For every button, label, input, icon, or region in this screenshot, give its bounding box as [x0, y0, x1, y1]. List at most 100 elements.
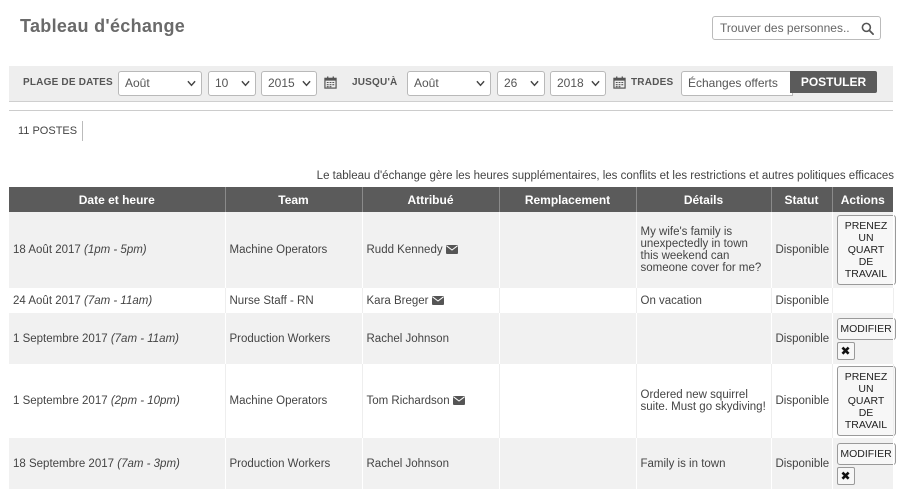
column-header-date[interactable]: Date et heure [9, 187, 226, 212]
shift-date: 24 Août 2017 [13, 294, 81, 307]
cell-date: 24 Août 2017 (7am - 11am) [9, 288, 226, 313]
cell-replacement [499, 438, 637, 489]
assigned-name: Kara Breger [366, 294, 429, 307]
until-label: JUSQU'À [352, 77, 398, 88]
postuler-button[interactable]: POSTULER [790, 71, 877, 93]
shift-table: Date et heure Team Attribué Remplacement… [9, 187, 896, 489]
shift-time: (7am - 11am) [110, 332, 179, 345]
cell-status: Disponible [771, 364, 833, 438]
cell-actions [832, 288, 894, 313]
column-header-replacement[interactable]: Remplacement [499, 187, 637, 212]
date-range-label: PLAGE DE DATES [23, 77, 113, 88]
cell-status: Disponible [771, 438, 833, 489]
cell-details: On vacation [636, 288, 772, 313]
shift-date: 1 Septembre 2017 [13, 332, 108, 345]
column-header-assigned[interactable]: Attribué [362, 187, 500, 212]
cell-details: Family is in town [636, 438, 772, 489]
envelope-icon[interactable] [445, 245, 458, 254]
shift-date: 18 Septembre 2017 [13, 457, 115, 470]
to-month-value: Août [414, 76, 439, 90]
postes-count: 11 POSTES [18, 125, 78, 137]
column-header-team[interactable]: Team [225, 187, 363, 212]
search-icon[interactable] [861, 22, 874, 35]
board-description: Le tableau d'échange gère les heures sup… [316, 170, 894, 182]
chevron-down-icon [241, 80, 250, 87]
table-row: 18 Août 2017 (1pm - 5pm) Machine Operato… [9, 212, 896, 288]
column-header-details[interactable]: Détails [636, 187, 772, 212]
cell-details: Ordered new squirrel suite. Must go skyd… [636, 364, 772, 438]
to-day-value: 26 [504, 76, 518, 90]
calendar-icon[interactable] [613, 76, 626, 89]
envelope-icon[interactable] [431, 295, 444, 305]
from-month-select[interactable]: Août [118, 71, 202, 96]
from-month-value: Août [125, 76, 150, 90]
cell-date: 1 Septembre 2017 (7am - 11am) [9, 313, 226, 364]
from-year-value: 2015 [268, 76, 295, 90]
cell-details [636, 313, 772, 364]
shift-time: (1pm - 5pm) [84, 244, 147, 256]
cell-replacement [499, 364, 637, 438]
cell-date: 18 Août 2017 (1pm - 5pm) [9, 212, 226, 288]
cell-actions: MODIFIER ✖ [832, 438, 896, 489]
table-row: 18 Septembre 2017 (7am - 3pm) Production… [9, 438, 896, 489]
cell-date: 1 Septembre 2017 (2pm - 10pm) [9, 364, 226, 438]
take-shift-button[interactable]: PRENEZ UN QUART DE TRAVAIL [836, 215, 896, 285]
to-day-select[interactable]: 26 [497, 71, 545, 96]
table-header-row: Date et heure Team Attribué Remplacement… [9, 187, 893, 212]
edit-button[interactable]: MODIFIER [836, 442, 896, 465]
to-year-value: 2018 [557, 76, 584, 90]
column-header-actions: Actions [832, 187, 893, 212]
assigned-name: Rachel Johnson [366, 457, 449, 470]
from-day-select[interactable]: 10 [208, 71, 256, 96]
chevron-down-icon [591, 80, 600, 87]
take-shift-button[interactable]: PRENEZ UN QUART DE TRAVAIL [836, 366, 896, 436]
chevron-down-icon [302, 80, 311, 87]
column-header-status[interactable]: Statut [771, 187, 833, 212]
trades-label: TRADES [631, 77, 674, 88]
table-row: 1 Septembre 2017 (2pm - 10pm) Machine Op… [9, 364, 896, 438]
close-icon[interactable]: ✖ [836, 466, 855, 485]
table-row: 1 Septembre 2017 (7am - 11am) Production… [9, 313, 896, 364]
chevron-down-icon [530, 80, 539, 87]
cell-status: Disponible [771, 288, 833, 313]
cell-team: Production Workers [225, 313, 363, 364]
to-year-select[interactable]: 2018 [550, 71, 606, 96]
cell-status: Disponible [771, 313, 833, 364]
cell-team: Nurse Staff - RN [225, 288, 363, 313]
assigned-name: Rudd Kennedy [366, 244, 443, 256]
search-input[interactable] [718, 18, 858, 38]
close-icon[interactable]: ✖ [836, 341, 855, 360]
cell-details: My wife's family is unexpectedly in town… [636, 212, 772, 288]
page-title: Tableau d'échange [20, 16, 186, 36]
filter-bar: PLAGE DE DATES Août 10 2015 JUSQU'À Août… [9, 66, 893, 102]
from-day-value: 10 [215, 76, 229, 90]
chevron-down-icon [187, 80, 196, 87]
chevron-down-icon [476, 80, 485, 87]
cell-actions: PRENEZ UN QUART DE TRAVAIL [832, 364, 896, 438]
cell-assigned: Rachel Johnson [362, 313, 500, 364]
from-year-select[interactable]: 2015 [261, 71, 317, 96]
search-box[interactable] [712, 16, 881, 40]
shift-time: (2pm - 10pm) [110, 395, 180, 407]
cell-team: Production Workers [225, 438, 363, 489]
cell-team: Machine Operators [225, 212, 363, 288]
cell-replacement [499, 212, 637, 288]
envelope-icon[interactable] [452, 396, 465, 405]
cell-date: 18 Septembre 2017 (7am - 3pm) [9, 438, 226, 489]
cell-assigned: Rachel Johnson [362, 438, 500, 489]
shift-time: (7am - 3pm) [117, 457, 180, 470]
shift-time: (7am - 11am) [84, 294, 153, 307]
cell-assigned: Kara Breger [362, 288, 500, 313]
to-month-select[interactable]: Août [407, 71, 491, 96]
divider [9, 110, 893, 111]
calendar-icon[interactable] [324, 76, 337, 89]
trades-input[interactable]: Échanges offerts [681, 71, 793, 96]
cell-assigned: Tom Richardson [362, 364, 500, 438]
cell-actions: MODIFIER ✖ [832, 313, 896, 364]
shift-date: 18 Août 2017 [13, 244, 81, 256]
shift-date: 1 Septembre 2017 [13, 395, 108, 407]
cell-replacement [499, 313, 637, 364]
table-row: 24 Août 2017 (7am - 11am) Nurse Staff - … [9, 288, 894, 313]
cell-replacement [499, 288, 637, 313]
edit-button[interactable]: MODIFIER [836, 317, 896, 340]
